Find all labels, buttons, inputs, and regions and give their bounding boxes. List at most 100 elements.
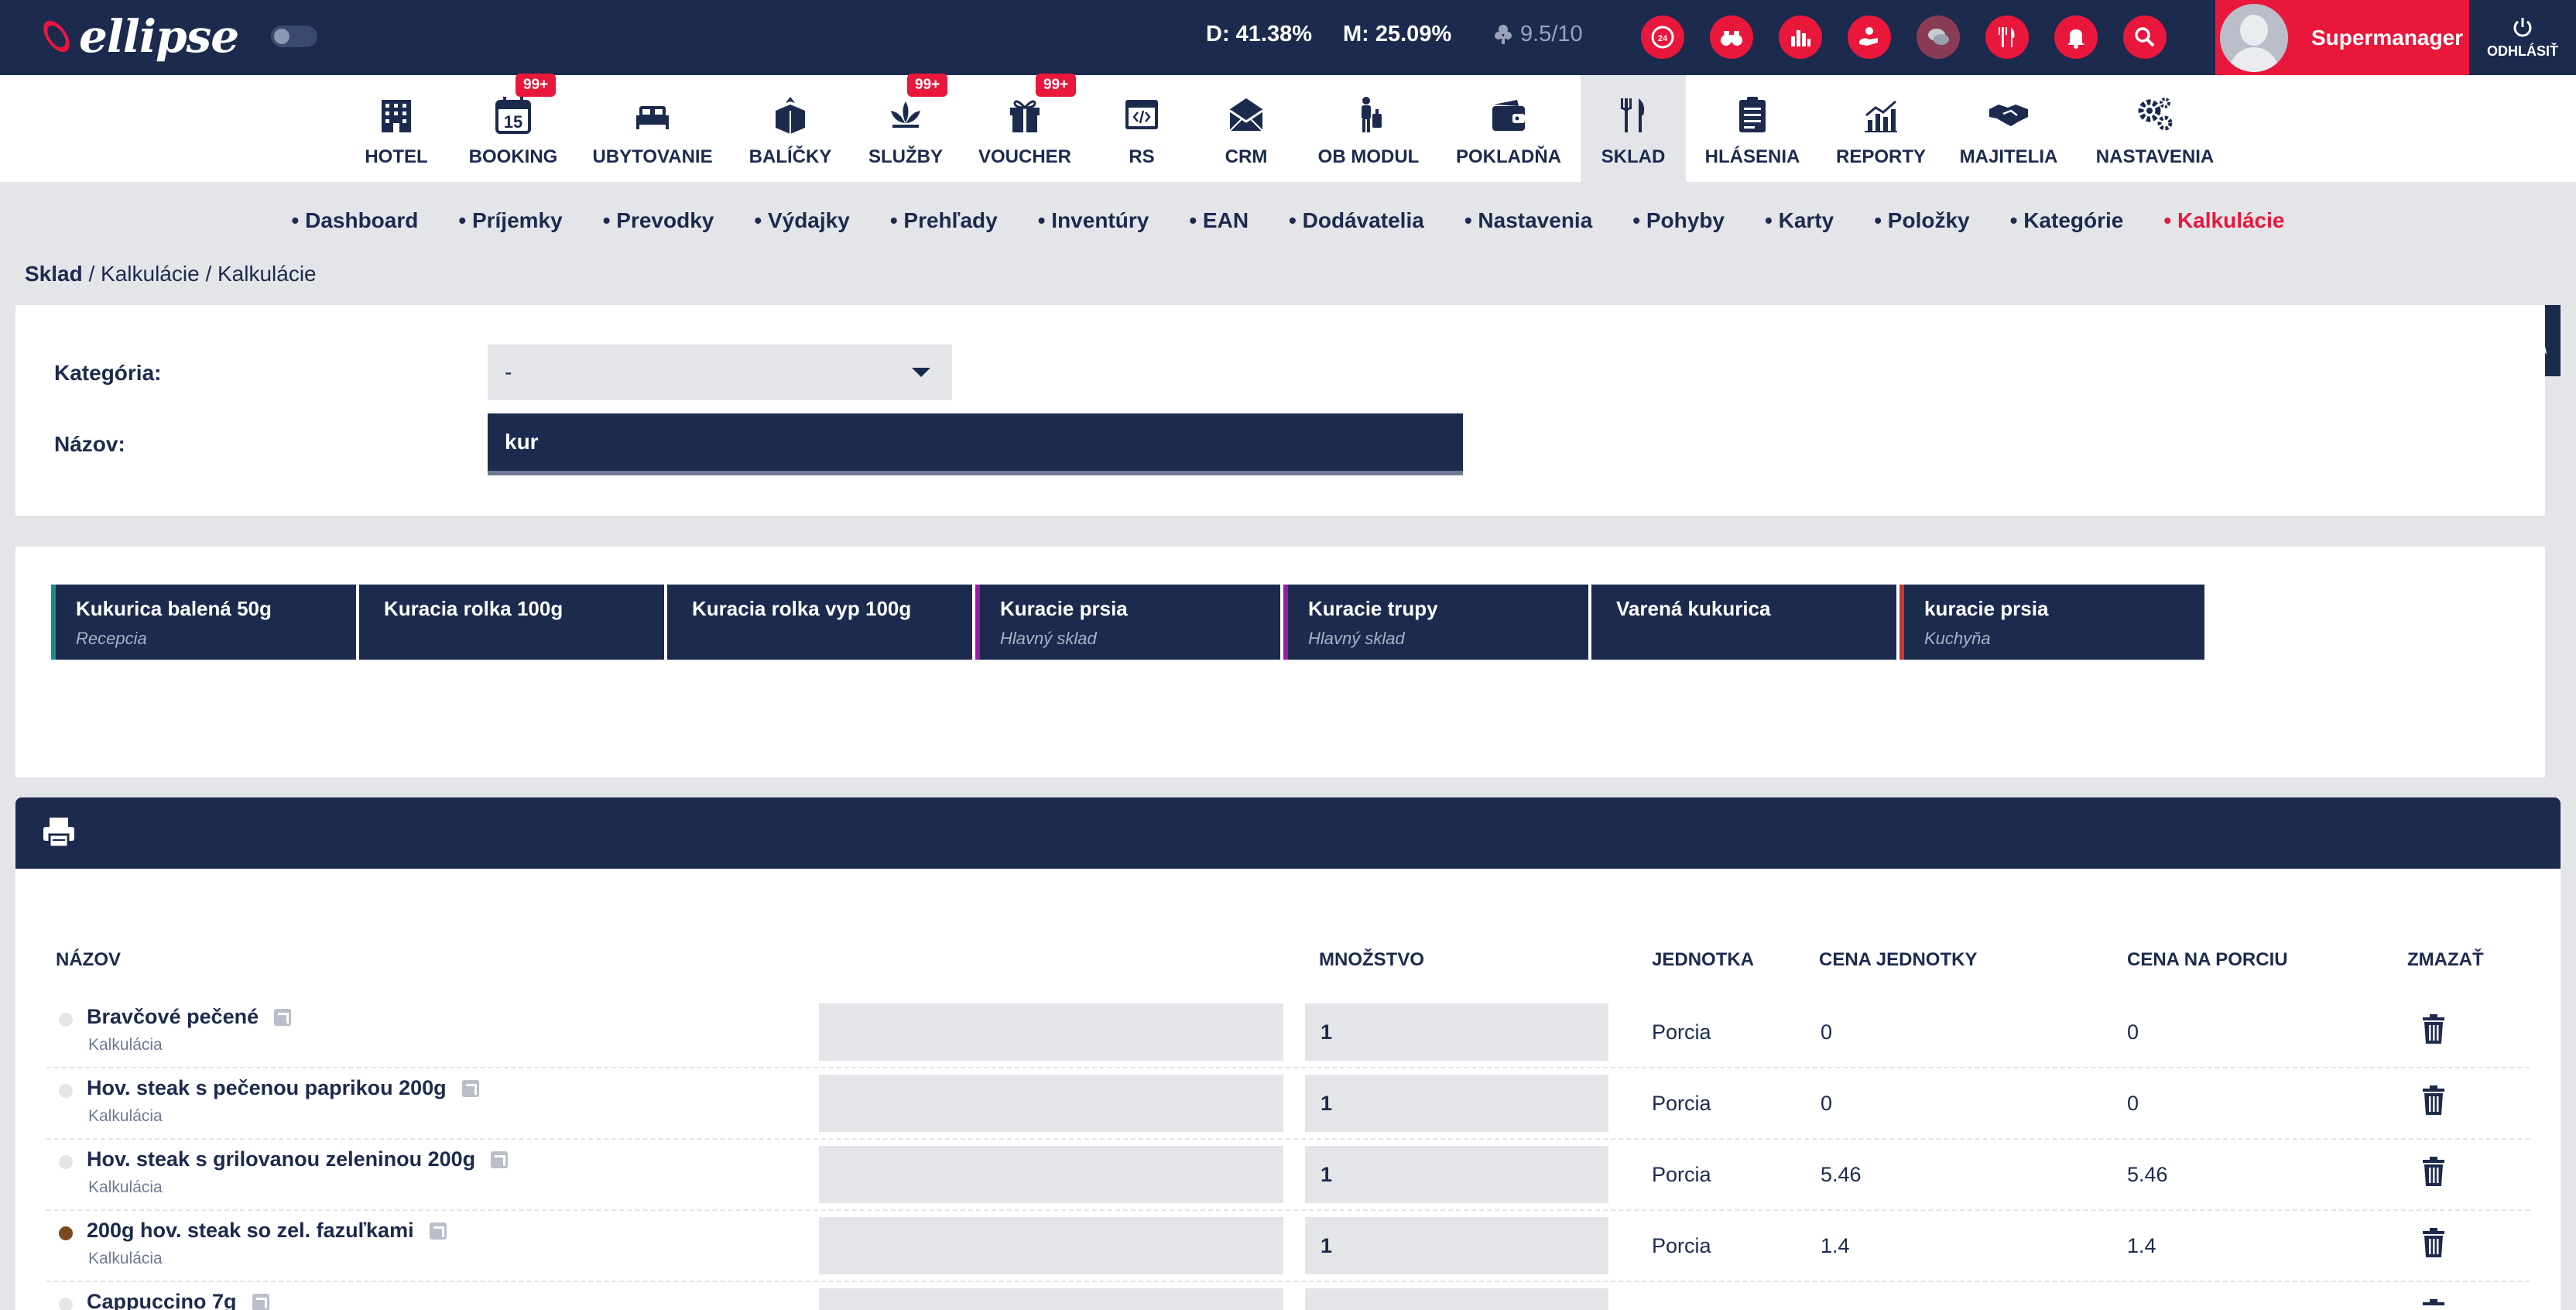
external-link-icon[interactable]	[491, 1151, 509, 1168]
bed-icon	[636, 106, 669, 129]
external-link-icon[interactable]	[429, 1222, 447, 1240]
name-search-input[interactable]: kur	[488, 413, 1463, 475]
module-reporty[interactable]: REPORTY	[1836, 75, 1926, 182]
module-ob-modul[interactable]: OB MODUL	[1316, 75, 1421, 182]
fork-knife-icon[interactable]	[1985, 15, 2029, 59]
module-sklad[interactable]: SKLAD	[1581, 75, 1686, 182]
print-button[interactable]	[42, 816, 76, 852]
breadcrumb-root[interactable]: Sklad	[25, 262, 83, 286]
traveler-icon	[1362, 97, 1382, 132]
item-name: Hov. steak s pečenou paprikou 200g	[87, 1076, 479, 1100]
subnav-prevodky[interactable]: • Prevodky	[583, 208, 735, 233]
binoculars-icon[interactable]	[1710, 15, 1753, 59]
note-input[interactable]	[819, 1075, 1283, 1132]
bell-icon[interactable]	[2054, 15, 2098, 59]
result-tile[interactable]: Kukurica balená 50g Recepcia	[51, 585, 356, 660]
subnav-polozky[interactable]: • Položky	[1854, 208, 1989, 233]
note-input[interactable]	[819, 1288, 1283, 1310]
item-name: Bravčové pečené	[87, 1005, 292, 1029]
quantity-input[interactable]: 1	[1305, 1146, 1608, 1203]
trash-icon[interactable]	[2423, 1228, 2444, 1261]
subnav-label: Pohyby	[1646, 208, 1725, 232]
result-tile[interactable]: Varená kukurica	[1591, 585, 1896, 660]
subnav-vydajky[interactable]: • Výdajky	[734, 208, 869, 233]
ellipse-logo[interactable]: ellipse	[38, 10, 239, 63]
quantity-input[interactable]: 1	[1305, 1217, 1608, 1274]
subnav-kalkulacie[interactable]: • Kalkulácie	[2143, 208, 2304, 233]
user-name: Supermanager	[2311, 25, 2464, 50]
note-input[interactable]	[819, 1146, 1283, 1203]
trash-icon[interactable]	[2423, 1014, 2444, 1048]
search-icon[interactable]	[2123, 15, 2167, 59]
item-name: 200g hov. steak so zel. fazuľkami	[87, 1219, 447, 1243]
note-input[interactable]	[819, 1217, 1283, 1274]
module-rs[interactable]: RS	[1107, 75, 1177, 182]
result-tile[interactable]: kuracie prsia Kuchyňa	[1899, 585, 2204, 660]
module-sluzby[interactable]: 99+ SLUŽBY	[867, 74, 948, 182]
module-crm[interactable]: CRM	[1211, 75, 1282, 182]
trash-icon[interactable]	[2423, 1085, 2444, 1119]
bar-chart-icon[interactable]	[1779, 15, 1822, 59]
result-tile[interactable]: Kuracia rolka vyp 100g	[667, 585, 972, 660]
category-value: -	[505, 360, 512, 384]
chat-icon[interactable]	[1917, 15, 1960, 59]
subnav-dashboard[interactable]: • Dashboard	[272, 208, 439, 233]
breadcrumb: Sklad / Kalkulácie / Kalkulácie	[25, 262, 317, 286]
tile-name: Kuracia rolka vyp 100g	[692, 597, 912, 620]
subnav-prehlady[interactable]: • Prehľady	[870, 208, 1018, 233]
status-dot	[59, 1226, 73, 1240]
subnav-nastavenia[interactable]: • Nastavenia	[1444, 208, 1612, 233]
trash-icon[interactable]	[2423, 1299, 2444, 1310]
subnav-dodavatelia[interactable]: • Dodávatelia	[1269, 208, 1444, 233]
24h-clock-icon[interactable]: 24	[1641, 15, 1684, 59]
user-menu[interactable]: Supermanager	[2215, 0, 2469, 75]
module-hotel[interactable]: HOTEL	[361, 75, 432, 182]
module-pokladna[interactable]: POKLADŇA	[1456, 75, 1561, 182]
portion-price-value: 1.4	[2127, 1234, 2156, 1257]
module-nastavenia[interactable]: NASTAVENIA	[2096, 75, 2214, 182]
module-hlasenia[interactable]: HLÁSENIA	[1705, 75, 1800, 182]
subnav-pohyby[interactable]: • Pohyby	[1612, 208, 1745, 233]
quantity-input[interactable]	[1305, 1288, 1608, 1310]
external-link-icon[interactable]	[461, 1079, 479, 1097]
subnav-label: Prevodky	[616, 208, 714, 232]
category-select[interactable]: -	[488, 345, 952, 400]
unit-value: Porcia	[1652, 1020, 1711, 1044]
module-booking[interactable]: 99+ 15 BOOKING	[468, 74, 559, 182]
module-balicky[interactable]: BALÍČKY	[748, 75, 833, 182]
quantity-input[interactable]: 1	[1305, 1003, 1608, 1061]
unit-price-value: 0	[1821, 1020, 1833, 1044]
note-input[interactable]	[819, 1003, 1283, 1061]
gift-icon	[1010, 100, 1040, 132]
subnav-karty[interactable]: • Karty	[1745, 208, 1854, 233]
item-name: Cappuccino 7g	[87, 1290, 269, 1310]
subnav-label: Kalkulácie	[2177, 208, 2285, 232]
subnav-ean[interactable]: • EAN	[1169, 208, 1269, 233]
result-tile[interactable]: Kuracie trupy Hlavný sklad	[1283, 585, 1588, 660]
result-tile[interactable]: Kuracie prsia Hlavný sklad	[975, 585, 1280, 660]
column-header-quantity: MNOŽSTVO	[1319, 949, 1424, 970]
module-majitelia[interactable]: MAJITELIA	[1960, 75, 2057, 182]
notification-badge: 99+	[1036, 74, 1077, 97]
result-tile[interactable]: Kuracia rolka 100g	[359, 585, 664, 660]
tile-location: Kuchyňa	[1924, 629, 1991, 648]
module-label: MAJITELIA	[1959, 146, 2058, 167]
external-link-icon[interactable]	[274, 1008, 292, 1026]
module-ubytovanie[interactable]: UBYTOVANIE	[592, 75, 713, 182]
subnav-prijemky[interactable]: • Príjemky	[438, 208, 582, 233]
external-link-icon[interactable]	[252, 1293, 269, 1310]
trash-icon[interactable]	[2423, 1157, 2444, 1190]
subnav-label: Prehľady	[903, 208, 998, 232]
subnav-inventury[interactable]: • Inventúry	[1018, 208, 1170, 233]
status-dot	[59, 1013, 73, 1027]
theme-toggle[interactable]	[271, 26, 317, 47]
growth-chart-icon	[1865, 100, 1897, 132]
module-label: OB MODUL	[1317, 146, 1420, 167]
subnav-label: Dashboard	[305, 208, 419, 232]
helping-hand-icon[interactable]	[1848, 15, 1891, 59]
module-voucher[interactable]: 99+ VOUCHER	[978, 74, 1077, 182]
logout-button[interactable]: ODHLÁSIŤ	[2469, 0, 2576, 75]
subnav-kategorie[interactable]: • Kategórie	[1990, 208, 2144, 233]
quantity-input[interactable]: 1	[1305, 1075, 1608, 1132]
tile-color-bar	[1283, 585, 1288, 660]
